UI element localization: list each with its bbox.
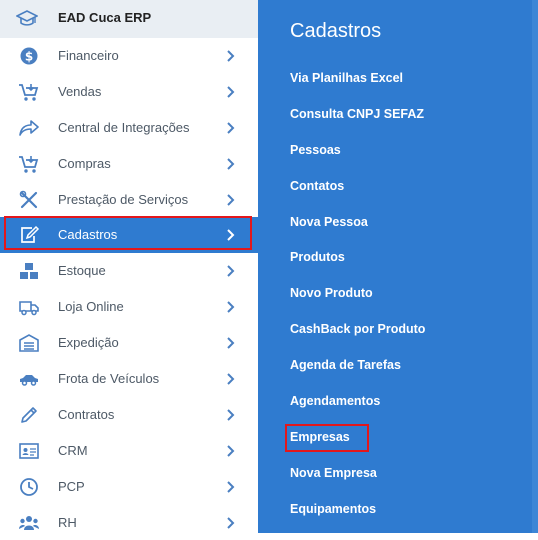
- chevron-right-icon: [226, 336, 236, 350]
- sidebar-item-label: Cadastros: [58, 227, 118, 243]
- boxes-icon: [18, 261, 40, 281]
- sidebar-item-label: Compras: [58, 155, 111, 171]
- chevron-right-icon: [226, 300, 236, 314]
- sidebar-item-compras[interactable]: Compras: [0, 146, 258, 182]
- chevron-right-icon: [226, 408, 236, 422]
- chevron-right-icon: [226, 157, 236, 171]
- panel-title: Cadastros: [290, 20, 382, 42]
- chevron-right-icon: [226, 193, 236, 207]
- tools-icon: [18, 190, 40, 210]
- svg-text:$: $: [25, 50, 33, 64]
- users-icon: [18, 513, 40, 533]
- brand-header[interactable]: EAD Cuca ERP: [0, 0, 258, 38]
- cart-icon: [18, 154, 40, 174]
- sidebar-item-label: Prestação de Serviços: [58, 191, 189, 207]
- sidebar-item-loja-online[interactable]: Loja Online: [0, 289, 258, 325]
- app-title: EAD Cuca ERP: [58, 10, 152, 25]
- sidebar-item-label: Expedição: [58, 335, 119, 351]
- sidebar-item-label: Loja Online: [58, 299, 124, 315]
- cadastros-flyout-panel: Cadastros Via Planilhas Excel Consulta C…: [258, 0, 538, 533]
- chevron-right-icon: [226, 85, 236, 99]
- dollar-icon: $: [18, 46, 40, 66]
- sidebar: EAD Cuca ERP $ Financeiro Vendas Central…: [0, 0, 258, 533]
- sidebar-item-label: Central de Integrações: [58, 119, 190, 135]
- sidebar-item-cadastros[interactable]: Cadastros: [0, 216, 258, 254]
- graduation-cap-icon: [16, 9, 38, 29]
- clock-icon: [18, 477, 40, 497]
- chevron-right-icon: [226, 372, 236, 386]
- chevron-right-icon: [226, 264, 236, 278]
- sidebar-item-estoque[interactable]: Estoque: [0, 253, 258, 289]
- chevron-right-icon: [226, 516, 236, 530]
- sidebar-item-label: CRM: [58, 442, 88, 458]
- panel-scrollbar[interactable]: [532, 0, 538, 533]
- sidebar-item-pcp[interactable]: PCP: [0, 469, 258, 505]
- chevron-right-icon: [226, 444, 236, 458]
- sidebar-item-financeiro[interactable]: $ Financeiro: [0, 38, 258, 74]
- sidebar-item-label: Contratos: [58, 406, 115, 422]
- sidebar-item-expedicao[interactable]: Expedição: [0, 325, 258, 361]
- warehouse-icon: [18, 333, 40, 353]
- pencil-icon: [18, 405, 40, 425]
- sidebar-item-label: Estoque: [58, 263, 106, 279]
- chevron-right-icon: [226, 480, 236, 494]
- sidebar-item-label: Vendas: [58, 83, 102, 99]
- sidebar-item-rh[interactable]: RH: [0, 505, 258, 540]
- sidebar-menu: $ Financeiro Vendas Central de Integraçõ…: [0, 38, 258, 540]
- sidebar-item-contratos[interactable]: Contratos: [0, 397, 258, 433]
- edit-icon: [18, 225, 40, 245]
- id-card-icon: [18, 441, 40, 461]
- share-icon: [18, 118, 40, 138]
- chevron-right-icon: [226, 121, 236, 135]
- sidebar-item-label: PCP: [58, 478, 85, 494]
- sidebar-item-central-de-integracoes[interactable]: Central de Integrações: [0, 110, 258, 146]
- cart-icon: [18, 82, 40, 102]
- sidebar-item-label: Financeiro: [58, 48, 119, 63]
- sidebar-item-label: RH: [58, 514, 77, 530]
- chevron-right-icon: [226, 228, 236, 242]
- truck-icon: [18, 297, 40, 317]
- car-icon: [18, 369, 40, 389]
- chevron-right-icon: [226, 49, 236, 63]
- sidebar-item-frota-de-veiculos[interactable]: Frota de Veículos: [0, 361, 258, 397]
- sidebar-item-crm[interactable]: CRM: [0, 433, 258, 469]
- sidebar-item-vendas[interactable]: Vendas: [0, 74, 258, 110]
- sidebar-item-label: Frota de Veículos: [58, 371, 160, 387]
- sidebar-item-prestacao-de-servicos[interactable]: Prestação de Serviços: [0, 182, 258, 218]
